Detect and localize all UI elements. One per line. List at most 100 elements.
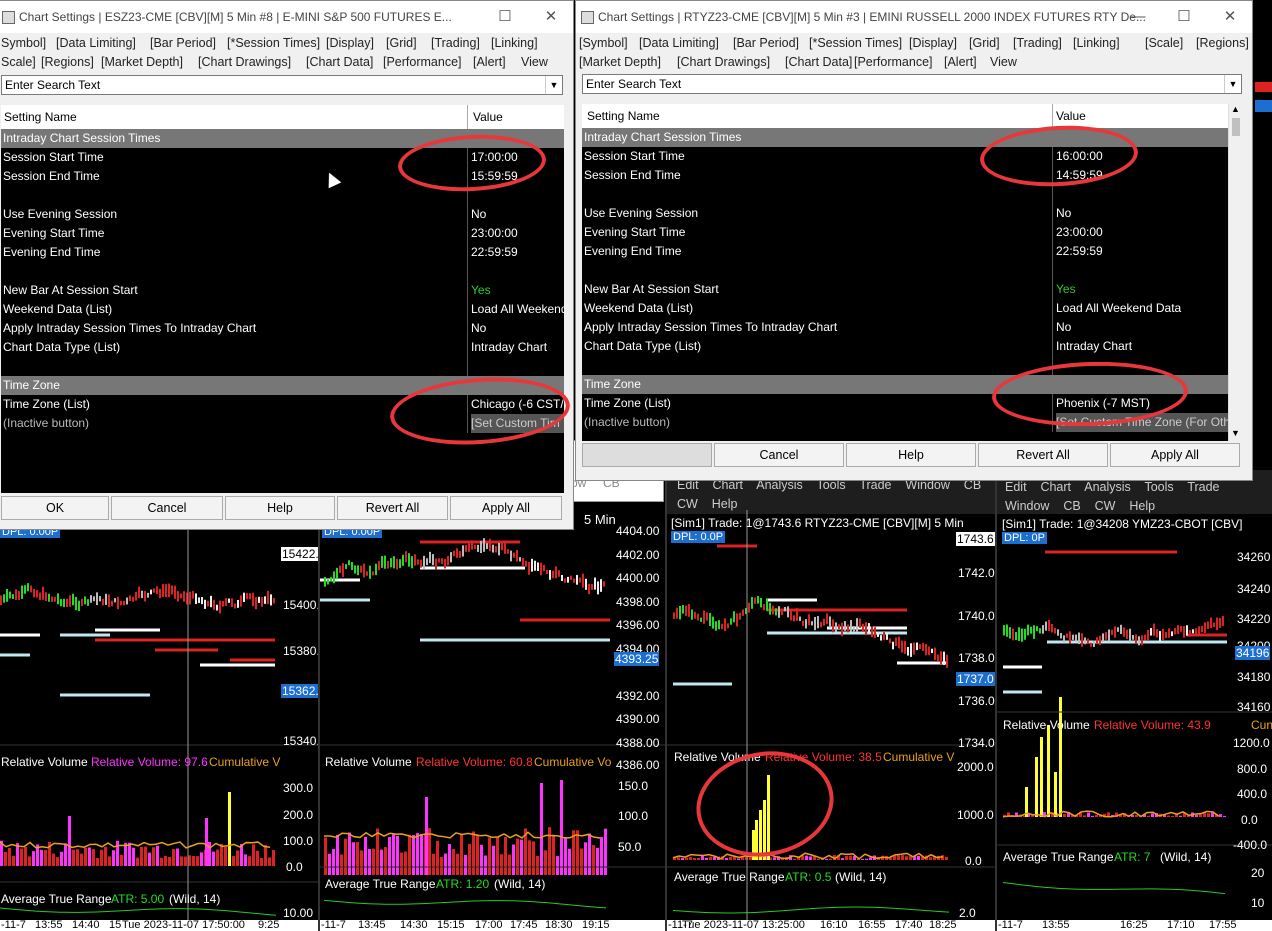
setting-row[interactable]: Evening Start Time 23:00:00 bbox=[1, 224, 564, 243]
close-icon[interactable]: ✕ bbox=[1220, 7, 1240, 27]
scroll-thumb[interactable] bbox=[1232, 118, 1240, 136]
setting-row[interactable]: Evening End Time 22:59:59 bbox=[1, 243, 564, 262]
tab-linking[interactable]: [Linking] bbox=[491, 36, 538, 50]
chart-pane-nq[interactable]: DPL: 0.00P 5 Min 4404.00 4402.00 4400.00… bbox=[320, 470, 665, 931]
setting-row[interactable]: Apply Intraday Session Times To Intraday… bbox=[1, 319, 564, 338]
tab-symbol[interactable]: Symbol] bbox=[1, 36, 46, 50]
pane-divider[interactable] bbox=[995, 470, 997, 931]
revert-all-button[interactable]: Revert All bbox=[978, 443, 1108, 467]
tab-session-times[interactable]: [*Session Times] bbox=[809, 36, 902, 50]
maximize-icon[interactable]: ☐ bbox=[495, 7, 515, 27]
tab-display[interactable]: [Display] bbox=[326, 36, 374, 50]
col-divider[interactable] bbox=[467, 105, 468, 129]
tab-display[interactable]: [Display] bbox=[909, 36, 957, 50]
cancel-button[interactable]: Cancel bbox=[714, 443, 844, 467]
tab-alert[interactable]: [Alert] bbox=[944, 55, 977, 69]
cancel-button[interactable]: Cancel bbox=[111, 496, 223, 520]
scroll-down-icon[interactable]: ▼ bbox=[1231, 428, 1240, 438]
tab-symbol[interactable]: [Symbol] bbox=[579, 36, 628, 50]
setting-value[interactable]: No bbox=[1056, 320, 1228, 334]
search-input[interactable]: Enter Search Text ▼ bbox=[1, 75, 563, 95]
tab-grid[interactable]: [Grid] bbox=[969, 36, 1000, 50]
setting-value[interactable]: 23:00:00 bbox=[471, 226, 564, 240]
tab-scale[interactable]: [Scale] bbox=[1145, 36, 1183, 50]
setting-row[interactable]: Use Evening Session No bbox=[582, 204, 1228, 223]
setting-row[interactable]: New Bar At Session Start Yes bbox=[582, 280, 1228, 299]
setting-value[interactable]: Load All Weekend Data bbox=[1056, 301, 1228, 315]
tab-linking[interactable]: [Linking] bbox=[1073, 36, 1120, 50]
pane-divider[interactable] bbox=[318, 470, 320, 931]
setting-value[interactable]: Intraday Chart bbox=[1056, 339, 1228, 353]
col-value[interactable]: Value bbox=[473, 110, 503, 124]
chart-pane-rty[interactable]: Edit Chart Analysis Tools Trade Window C… bbox=[667, 470, 995, 931]
pane-divider[interactable] bbox=[665, 470, 667, 931]
search-input[interactable]: Enter Search Text ▼ bbox=[582, 74, 1242, 94]
ok-button[interactable] bbox=[582, 443, 712, 467]
setting-value[interactable]: No bbox=[1056, 206, 1228, 220]
setting-value[interactable]: 23:00:00 bbox=[1056, 225, 1228, 239]
tab-performance[interactable]: [Performance] bbox=[383, 55, 462, 69]
apply-all-button[interactable]: Apply All bbox=[450, 496, 562, 520]
tab-chart-data[interactable]: [Chart Data] bbox=[785, 55, 852, 69]
setting-value[interactable]: No bbox=[471, 207, 564, 221]
setting-row[interactable]: Session End Time 14:59:59 bbox=[582, 166, 1228, 185]
title-bar[interactable]: Chart Settings | ESZ23-CME [CBV][M] 5 Mi… bbox=[0, 1, 573, 33]
tab-scale[interactable]: Scale] bbox=[1, 55, 36, 69]
chevron-down-icon[interactable]: ▼ bbox=[1224, 75, 1241, 93]
setting-row[interactable] bbox=[1, 262, 564, 281]
chart-pane-ym[interactable]: Edit Chart Analysis Tools Trade Window C… bbox=[997, 470, 1272, 931]
setting-row[interactable]: Chart Data Type (List) Intraday Chart bbox=[1, 338, 564, 357]
col-setting-name[interactable]: Setting Name bbox=[587, 109, 660, 123]
setting-value[interactable]: Intraday Chart bbox=[471, 340, 564, 354]
tab-chart-drawings[interactable]: [Chart Drawings] bbox=[198, 55, 291, 69]
setting-row[interactable] bbox=[582, 261, 1228, 280]
tab-chart-data[interactable]: [Chart Data] bbox=[306, 55, 373, 69]
col-divider[interactable] bbox=[1052, 104, 1053, 128]
tab-data-limiting[interactable]: [Data Limiting] bbox=[56, 36, 136, 50]
tab-view[interactable]: View bbox=[521, 55, 548, 69]
tab-view[interactable]: View bbox=[990, 55, 1017, 69]
tab-performance[interactable]: [Performance] bbox=[854, 55, 933, 69]
tab-data-limiting[interactable]: [Data Limiting] bbox=[639, 36, 719, 50]
setting-value[interactable]: Load All Weekend bbox=[471, 302, 564, 316]
setting-row[interactable]: Evening End Time 22:59:59 bbox=[582, 242, 1228, 261]
minimize-icon[interactable]: — bbox=[1128, 7, 1148, 27]
setting-value[interactable]: 22:59:59 bbox=[1056, 244, 1228, 258]
scroll-up-icon[interactable]: ▲ bbox=[1231, 104, 1240, 114]
maximize-icon[interactable]: ☐ bbox=[1174, 7, 1194, 27]
setting-value[interactable]: Yes bbox=[471, 283, 564, 297]
setting-row[interactable] bbox=[582, 185, 1228, 204]
tab-grid[interactable]: [Grid] bbox=[386, 36, 417, 50]
tab-alert[interactable]: [Alert] bbox=[473, 55, 506, 69]
tab-regions[interactable]: [Regions] bbox=[1196, 36, 1249, 50]
tab-regions[interactable]: [Regions] bbox=[41, 55, 94, 69]
setting-value[interactable]: No bbox=[471, 321, 564, 335]
apply-all-button[interactable]: Apply All bbox=[1110, 443, 1240, 467]
setting-row[interactable]: Chart Data Type (List) Intraday Chart bbox=[582, 337, 1228, 356]
chevron-down-icon[interactable]: ▼ bbox=[545, 76, 562, 94]
col-setting-name[interactable]: Setting Name bbox=[4, 110, 77, 124]
chart-pane-es[interactable]: DPL: 0.00P 15422.2 15400.0 15380.0 15362… bbox=[0, 470, 318, 931]
tab-chart-drawings[interactable]: [Chart Drawings] bbox=[677, 55, 770, 69]
title-bar[interactable]: Chart Settings | RTYZ23-CME [CBV][M] 5 M… bbox=[576, 1, 1252, 33]
tab-trading[interactable]: [Trading] bbox=[1013, 36, 1062, 50]
tab-bar-period[interactable]: [Bar Period] bbox=[733, 36, 799, 50]
setting-row[interactable]: Weekend Data (List) Load All Weekend Data bbox=[582, 299, 1228, 318]
tab-market-depth[interactable]: [Market Depth] bbox=[579, 55, 661, 69]
close-icon[interactable]: ✕ bbox=[541, 7, 561, 27]
tab-bar-period[interactable]: [Bar Period] bbox=[150, 36, 216, 50]
tab-trading[interactable]: [Trading] bbox=[431, 36, 480, 50]
revert-all-button[interactable]: Revert All bbox=[337, 496, 448, 520]
setting-row[interactable]: Apply Intraday Session Times To Intraday… bbox=[582, 318, 1228, 337]
ok-button[interactable]: OK bbox=[1, 496, 109, 520]
setting-row[interactable]: Use Evening Session No bbox=[1, 205, 564, 224]
setting-row[interactable]: Weekend Data (List) Load All Weekend bbox=[1, 300, 564, 319]
setting-row[interactable] bbox=[1, 357, 564, 376]
help-button[interactable]: Help bbox=[846, 443, 976, 467]
col-value[interactable]: Value bbox=[1056, 109, 1086, 123]
tab-market-depth[interactable]: [Market Depth] bbox=[101, 55, 183, 69]
setting-value[interactable]: 22:59:59 bbox=[471, 245, 564, 259]
scrollbar[interactable]: ▲ ▼ bbox=[1228, 104, 1243, 441]
setting-row[interactable]: New Bar At Session Start Yes bbox=[1, 281, 564, 300]
tab-session-times[interactable]: [*Session Times] bbox=[227, 36, 320, 50]
